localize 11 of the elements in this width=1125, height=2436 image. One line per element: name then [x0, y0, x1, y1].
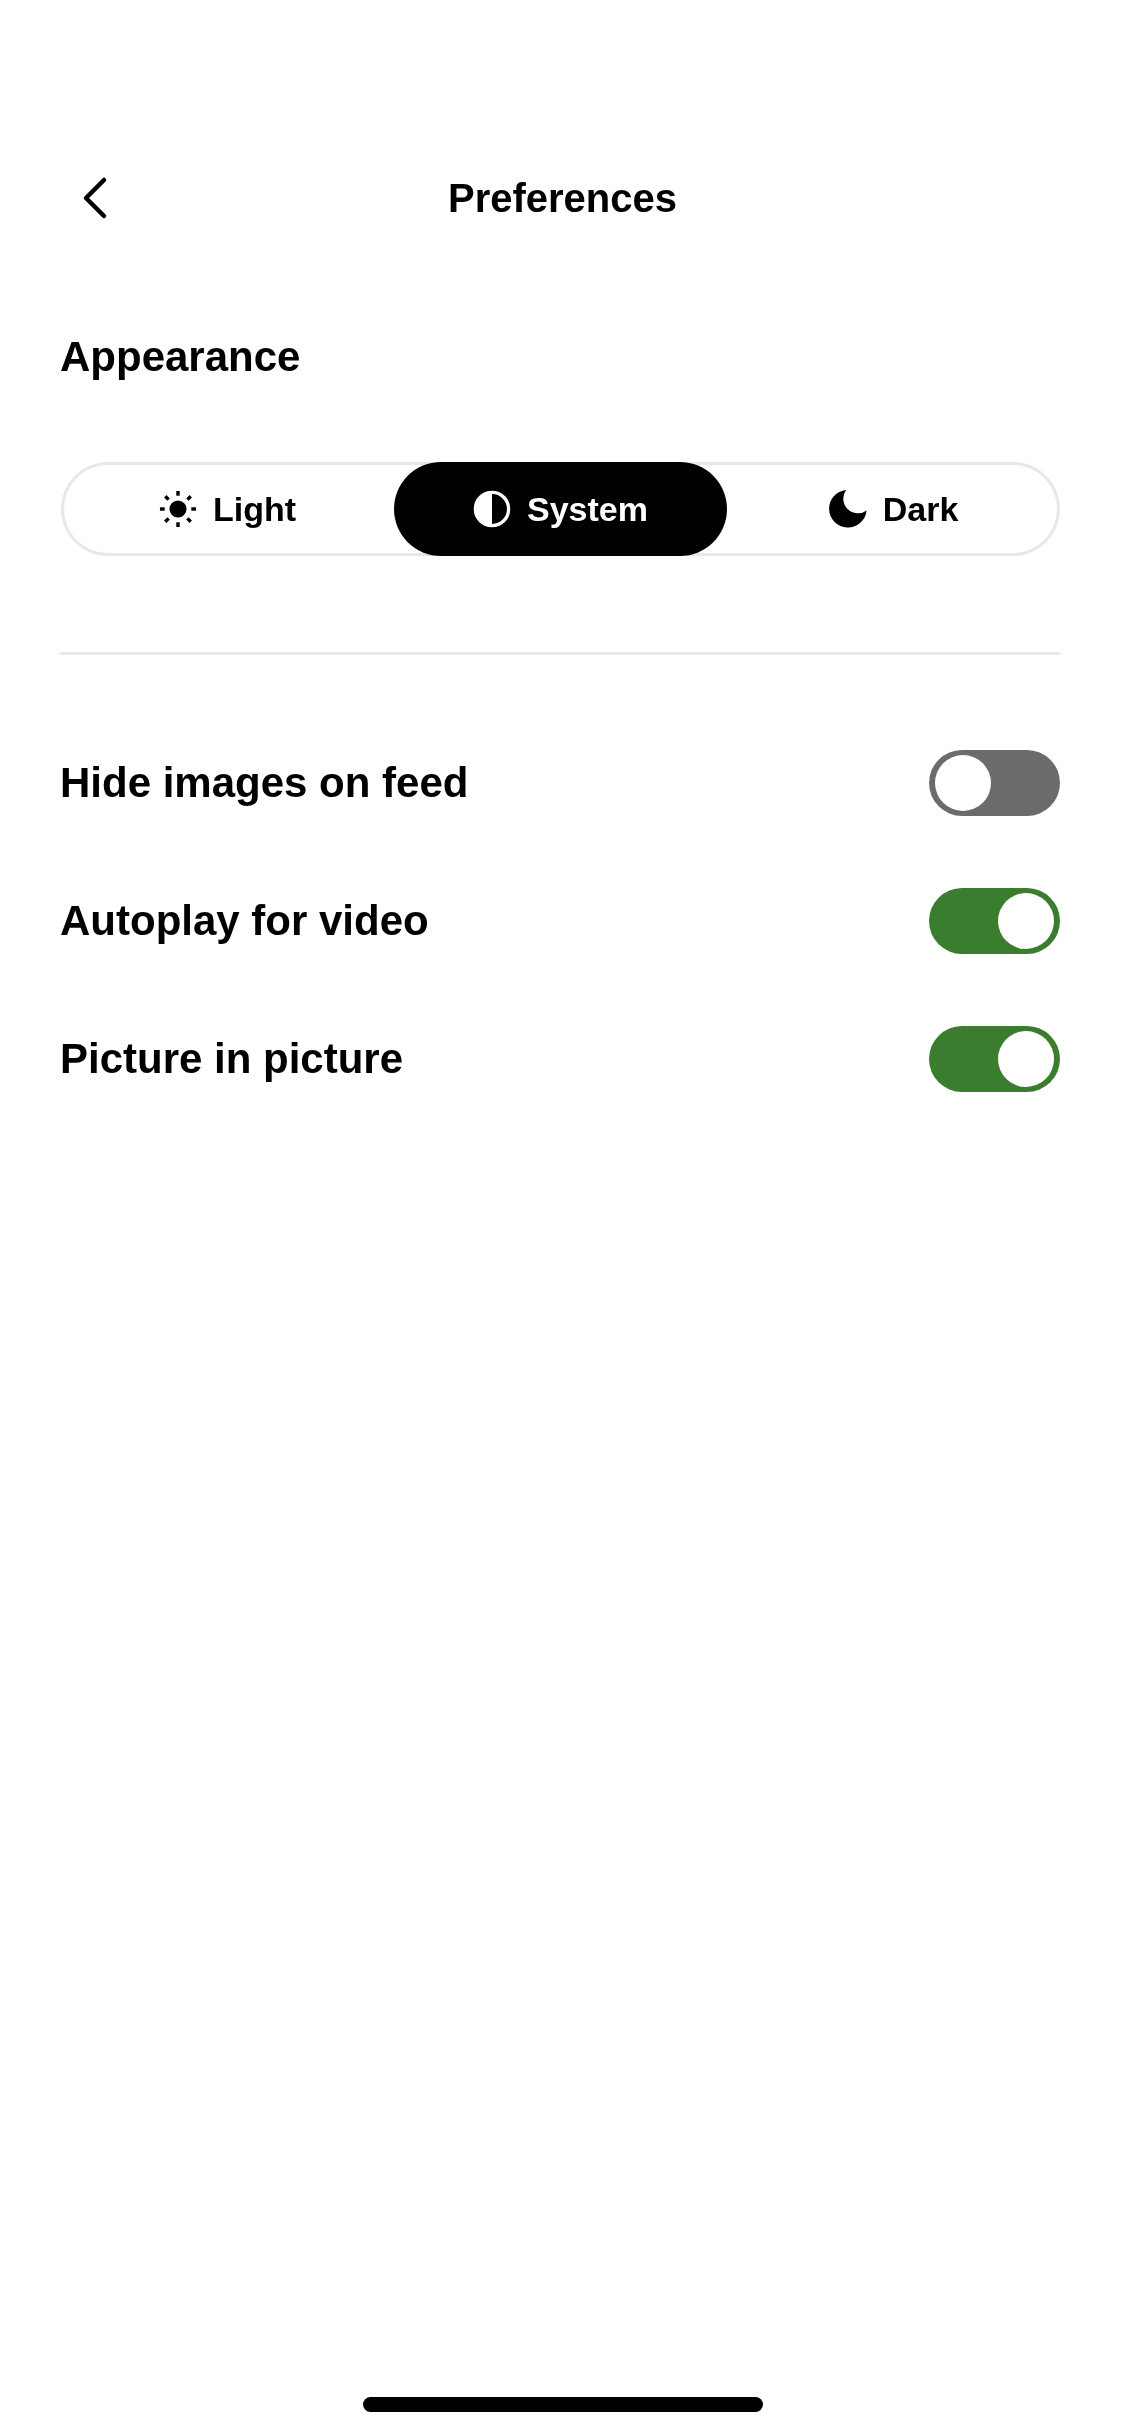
setting-label: Picture in picture — [60, 1034, 404, 1084]
theme-option[interactable]: Dark — [727, 462, 1060, 556]
moon-icon — [828, 490, 867, 528]
theme-option[interactable]: Light — [61, 462, 394, 556]
section-heading: Appearance — [60, 332, 301, 382]
setting-label: Hide images on feed — [60, 758, 469, 808]
setting-label: Autoplay for video — [60, 896, 429, 946]
half-filled-circle-icon — [473, 490, 511, 528]
screen-title: Preferences — [447, 175, 677, 222]
theme-option[interactable]: System — [394, 462, 727, 556]
sun-icon — [158, 490, 197, 528]
